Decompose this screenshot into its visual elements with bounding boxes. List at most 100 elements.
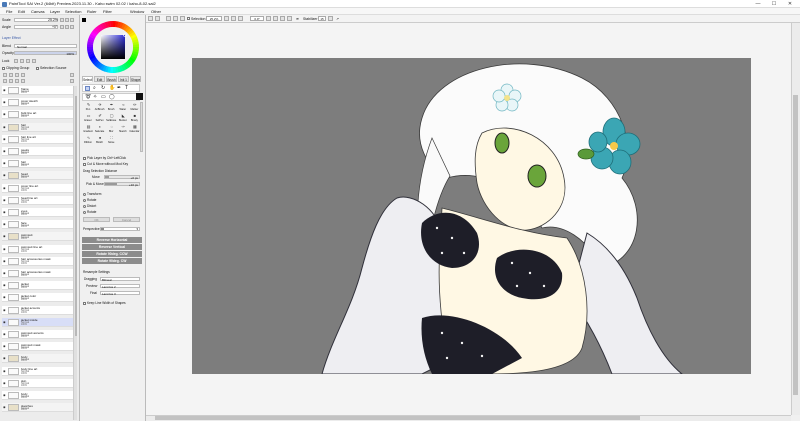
- layer-effect-toggle[interactable]: Layer Effect: [2, 36, 21, 40]
- redo-icon[interactable]: [155, 16, 160, 21]
- rotate-tool-icon[interactable]: ↻: [101, 85, 105, 91]
- layer-row[interactable]: ◉ face Normal 100%: [2, 220, 73, 230]
- color-wheel[interactable]: [86, 20, 140, 74]
- flip-view-icon[interactable]: [287, 16, 292, 21]
- zoom-in-icon[interactable]: [231, 16, 236, 21]
- tool-ribbon[interactable]: ∿ Ribbon: [82, 135, 94, 145]
- new-linework-icon[interactable]: [9, 73, 13, 77]
- layer-row[interactable]: ◉ cover line art Normal 100%: [2, 183, 73, 193]
- visibility-eye-icon[interactable]: ◉: [3, 345, 6, 348]
- close-button[interactable]: ✕: [784, 0, 796, 8]
- maximize-button[interactable]: ☐: [768, 0, 780, 8]
- stabilizer-dropdown-icon[interactable]: [328, 16, 333, 21]
- layer-row[interactable]: ◉ cover sketch Normal 100%: [2, 98, 73, 108]
- zoom-out-icon[interactable]: [224, 16, 229, 21]
- tool-marker[interactable]: ✏ Marker: [128, 102, 140, 112]
- layer-row[interactable]: ◉ head line art Normal 100%: [2, 195, 73, 205]
- visibility-eye-icon[interactable]: ◉: [3, 235, 6, 238]
- copy-layer-icon[interactable]: [21, 73, 25, 77]
- clipping-check[interactable]: [2, 66, 5, 70]
- menu-layer[interactable]: Layer: [50, 9, 60, 14]
- layer-row[interactable]: ◉ swimsuit line art Normal 100%: [2, 244, 73, 254]
- visibility-eye-icon[interactable]: ◉: [3, 223, 6, 226]
- pick-move-slider[interactable]: +10 px: [104, 182, 140, 187]
- tab-ink[interactable]: Ink 1: [118, 76, 129, 82]
- visibility-eye-icon[interactable]: ◉: [3, 125, 6, 129]
- opacity-slider[interactable]: 100%: [14, 51, 77, 56]
- ok-button[interactable]: OK: [83, 217, 110, 222]
- text-tool-icon[interactable]: T: [125, 85, 128, 91]
- transform-radio[interactable]: Transform: [83, 192, 101, 196]
- foreground-color-swatch[interactable]: [82, 18, 86, 22]
- cancel-button[interactable]: Cancel: [113, 217, 140, 222]
- visibility-eye-icon[interactable]: ◉: [3, 381, 6, 385]
- dragging-select[interactable]: Bilinear: [100, 277, 140, 282]
- menu-other[interactable]: Other: [151, 9, 161, 14]
- canvas-horizontal-scroll-thumb[interactable]: [155, 416, 640, 420]
- rotate-radio[interactable]: Rotate: [83, 198, 96, 202]
- visibility-eye-icon[interactable]: ◉: [3, 369, 6, 373]
- invert-selection-icon[interactable]: [173, 16, 178, 21]
- zoom-reset-button[interactable]: [70, 18, 74, 22]
- zoom-field[interactable]: 25.2%: [206, 16, 222, 21]
- clear-layer-icon[interactable]: [15, 79, 19, 83]
- lock-alpha-button[interactable]: [32, 59, 36, 63]
- selection-source-check[interactable]: [36, 66, 39, 70]
- tool-bucket[interactable]: ◣ Bucket: [117, 113, 129, 123]
- blend-select[interactable]: Normal: [14, 44, 77, 49]
- visibility-eye-icon[interactable]: ◉: [3, 89, 6, 92]
- zoom-tool-icon[interactable]: ⌕: [93, 85, 96, 91]
- layer-properties-icon[interactable]: [21, 79, 25, 83]
- visibility-eye-icon[interactable]: ◉: [3, 137, 6, 141]
- layer-row[interactable]: ◉ eyes Normal 100%: [2, 208, 73, 217]
- move-distance-slider[interactable]: +0 px: [104, 175, 140, 180]
- menu-filter[interactable]: Filter: [103, 9, 112, 14]
- visibility-eye-icon[interactable]: ◉: [3, 406, 6, 409]
- visibility-eye-icon[interactable]: ◉: [3, 150, 6, 153]
- layer-row[interactable]: ◉ jacket Normal 100%: [2, 281, 73, 291]
- layer-row[interactable]: ◉ swimsuit accents Normal 100%: [2, 330, 73, 339]
- layer-row[interactable]: ◉ jacket inside Normal 100%: [2, 317, 73, 327]
- visibility-eye-icon[interactable]: ◉: [3, 186, 6, 190]
- move-tool-icon[interactable]: [85, 86, 90, 91]
- visibility-eye-icon[interactable]: ◉: [3, 333, 6, 336]
- tool-grid-scrollbar[interactable]: [140, 102, 143, 152]
- cut-move-checkbox[interactable]: Cut & Move without Mod Key: [83, 162, 128, 166]
- tool-sketch[interactable]: ✑ Sketch: [117, 124, 129, 134]
- zoom-in-button[interactable]: [65, 18, 69, 22]
- layer-list-scroll-thumb[interactable]: [74, 96, 77, 336]
- reverse-horizontal-button[interactable]: Reverse Horizontal: [82, 237, 142, 243]
- rotate-cw-icon[interactable]: [273, 16, 278, 21]
- delete-layer-icon[interactable]: [70, 73, 74, 77]
- zoom-out-button[interactable]: [60, 18, 64, 22]
- lock-paint-button[interactable]: [26, 59, 30, 63]
- layer-list-scrollbar[interactable]: [73, 86, 77, 420]
- lasso-tool-icon[interactable]: ➰: [85, 94, 91, 100]
- visibility-eye-icon[interactable]: ◉: [3, 101, 6, 104]
- current-color-swatch[interactable]: [136, 93, 143, 100]
- layer-row[interactable]: ◉ swimsuit mask Normal 100%: [2, 342, 73, 352]
- visibility-eye-icon[interactable]: ◉: [3, 320, 6, 324]
- layer-row[interactable]: ◉ body line art Normal 100%: [2, 366, 73, 376]
- layer-row[interactable]: ◉ body Normal 100%: [2, 391, 73, 400]
- undo-icon[interactable]: [148, 16, 153, 21]
- tool-brush[interactable]: ✒ Brush: [105, 102, 117, 112]
- visibility-eye-icon[interactable]: ◉: [3, 296, 6, 299]
- rotate-ccw-icon[interactable]: [266, 16, 271, 21]
- rect-select-tool-icon[interactable]: ▭: [101, 94, 106, 100]
- rotate-right-button[interactable]: [65, 25, 69, 29]
- clipping-group-checkbox[interactable]: Clipping Group: [2, 66, 29, 70]
- pressure-icon[interactable]: ↗: [336, 17, 339, 21]
- layer-row[interactable]: ◉ hair line art Normal 100%: [2, 134, 73, 144]
- lock-move-button[interactable]: [20, 59, 24, 63]
- layer-folder-row[interactable]: ◉ sketches Normal 100%: [2, 403, 73, 413]
- layer-row[interactable]: ◉ jacket accents Normal 100%: [2, 305, 73, 315]
- stabilizer-select[interactable]: 15: [318, 16, 326, 21]
- visibility-eye-icon[interactable]: ◉: [3, 198, 6, 202]
- visibility-eye-icon[interactable]: ◉: [3, 162, 6, 165]
- menu-canvas[interactable]: Canvas: [31, 9, 45, 14]
- tool-airbrush[interactable]: ✈ AirBrush: [94, 102, 106, 112]
- tool-selerase[interactable]: ▢ SelErase: [105, 113, 117, 123]
- visibility-eye-icon[interactable]: ◉: [3, 247, 6, 251]
- tab-select[interactable]: Select: [82, 76, 93, 82]
